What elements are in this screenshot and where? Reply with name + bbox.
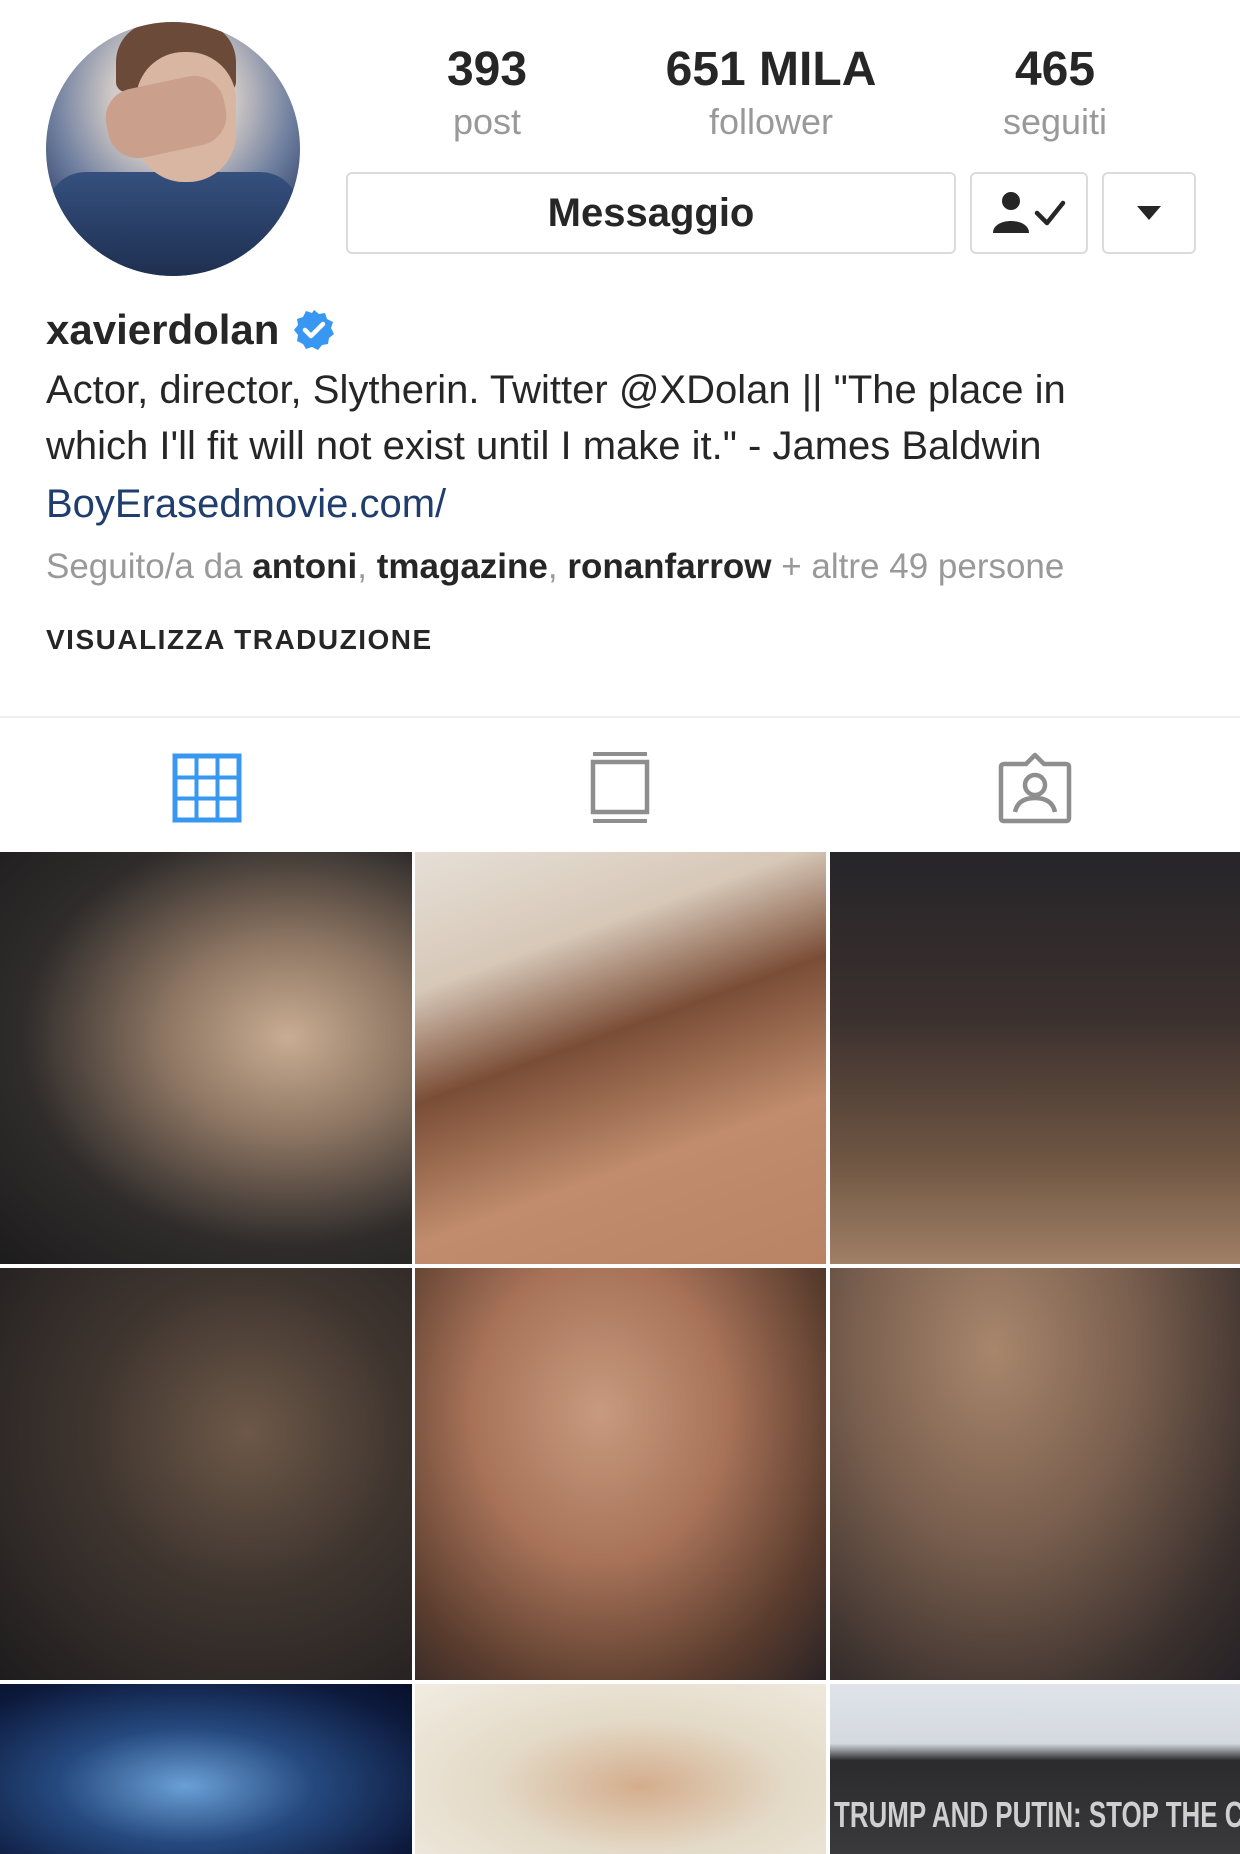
profile-website-link[interactable]: BoyErasedmovie.com/ [46, 476, 446, 532]
followed-by-suffix: + altre 49 persone [771, 547, 1065, 586]
profile-username: xavierdolan [46, 300, 335, 360]
view-translation-button[interactable]: VISUALIZZA TRADUZIONE [46, 622, 433, 658]
message-button[interactable]: Messaggio [346, 172, 956, 254]
verified-badge-icon [294, 310, 335, 350]
post-thumbnail[interactable] [0, 1684, 412, 1854]
post-thumbnail[interactable] [415, 852, 826, 1264]
post-thumbnail[interactable] [415, 1684, 826, 1854]
post-thumbnail[interactable] [830, 1268, 1240, 1680]
stat-posts-value: 393 [446, 43, 528, 96]
stat-following-label: seguiti [1002, 101, 1108, 142]
caret-down-icon [1137, 206, 1161, 220]
person-check-icon [993, 192, 1066, 233]
grid-icon [172, 753, 242, 823]
post-thumbnail[interactable] [415, 1268, 826, 1680]
profile-header: 393 post 651 MILA follower 465 seguiti M… [0, 0, 1240, 716]
followed-by-prefix: Seguito/a da [46, 547, 253, 586]
feed-icon [590, 752, 650, 823]
post-thumbnail[interactable]: TRUMP AND PUTIN: STOP THE CRIM [830, 1684, 1240, 1854]
tab-grid[interactable] [167, 748, 247, 828]
following-button[interactable] [970, 172, 1088, 254]
followed-by-user[interactable]: antoni [252, 547, 357, 586]
stat-following-value: 465 [1014, 43, 1096, 96]
username-text: xavierdolan [46, 306, 280, 353]
bio-line-1: Actor, director, Slytherin. Twitter @XDo… [46, 368, 1066, 412]
stat-followers-label: follower [708, 101, 834, 142]
followed-by-text[interactable]: Seguito/a da antoni, tmagazine, ronanfar… [46, 542, 1064, 592]
tab-feed[interactable] [580, 748, 660, 828]
profile-avatar[interactable] [46, 22, 300, 276]
tagged-icon [998, 752, 1072, 824]
stat-followers-value: 651 MILA [665, 43, 877, 96]
profile-bio: Actor, director, Slytherin. Twitter @XDo… [46, 362, 1206, 474]
tab-tagged[interactable] [995, 748, 1075, 828]
followed-by-user[interactable]: ronanfarrow [567, 547, 771, 586]
bio-line-2: which I'll fit will not exist until I ma… [46, 424, 1042, 468]
stat-posts[interactable]: 393 post [367, 40, 607, 144]
post-thumbnail[interactable] [0, 1268, 412, 1680]
posts-grid: TRUMP AND PUTIN: STOP THE CRIM [0, 852, 1240, 1854]
profile-tabs [0, 716, 1240, 852]
dropdown-button[interactable] [1102, 172, 1196, 254]
post-banner-text: TRUMP AND PUTIN: STOP THE CRIM [834, 1794, 1240, 1835]
stat-followers[interactable]: 651 MILA follower [651, 40, 891, 144]
stat-posts-label: post [452, 101, 522, 142]
followed-by-user[interactable]: tmagazine [377, 547, 548, 586]
stat-following[interactable]: 465 seguiti [935, 40, 1175, 144]
post-thumbnail[interactable] [0, 852, 412, 1264]
post-thumbnail[interactable] [830, 852, 1240, 1264]
